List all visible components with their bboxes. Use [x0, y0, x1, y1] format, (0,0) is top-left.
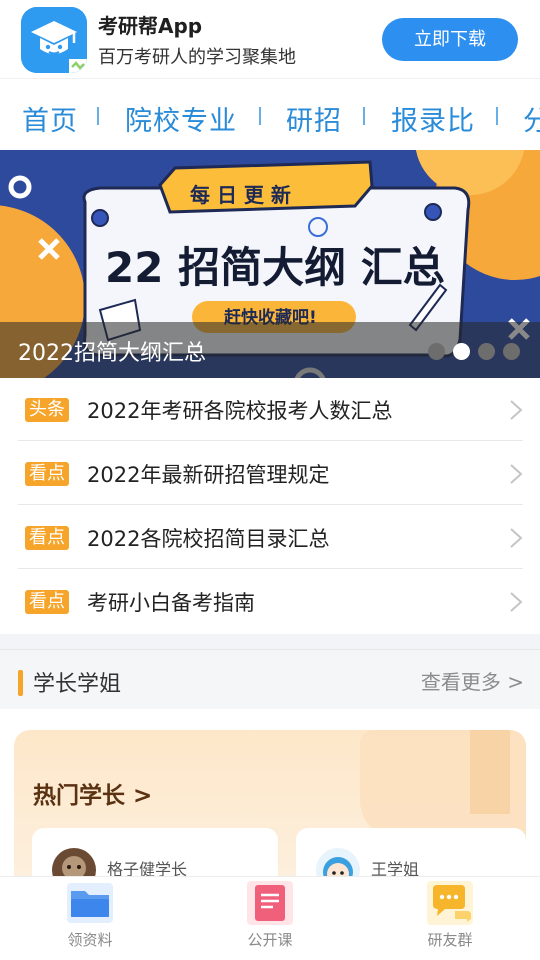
- view-more-link[interactable]: 查看更多 >: [421, 666, 524, 695]
- banner-ribbon-text: 每 日 更 新: [190, 183, 291, 207]
- app-slogan: 百万考研人的学习聚集地: [98, 47, 296, 68]
- banner-caption: 2022招简大纲汇总: [18, 341, 206, 366]
- carousel-dot-active[interactable]: [453, 343, 470, 360]
- news-list: 头条 2022年考研各院校报考人数汇总 看点 2022年最新研招管理规定 看点 …: [0, 378, 540, 634]
- section-accent-bar: [18, 670, 23, 696]
- news-item[interactable]: 头条 2022年考研各院校报考人数汇总: [18, 378, 523, 441]
- news-tag: 看点: [25, 526, 69, 550]
- chevron-right-icon: [510, 464, 523, 484]
- app-download-header: 考研帮App 百万考研人的学习聚集地 立即下载: [0, 0, 540, 78]
- promo-banner[interactable]: 每 日 更 新 22 招简大纲 汇总 赶快收藏吧! 2022招简大纲汇总: [0, 150, 540, 378]
- hot-seniors-heading[interactable]: 热门学长 >: [33, 776, 152, 810]
- carousel-dot[interactable]: [428, 343, 445, 360]
- news-title: 2022年考研各院校报考人数汇总: [87, 399, 393, 423]
- news-item[interactable]: 看点 考研小白备考指南: [18, 570, 523, 633]
- chevron-right-icon: [510, 592, 523, 612]
- folder-icon: [67, 883, 113, 923]
- tab-label: 公开课: [247, 931, 293, 949]
- news-title: 2022各院校招简目录汇总: [87, 527, 330, 551]
- news-tag: 头条: [25, 398, 69, 422]
- chat-icon: [427, 881, 473, 925]
- banner-headline: 22 招简大纲 汇总: [105, 243, 445, 292]
- news-tag: 看点: [25, 590, 69, 614]
- download-button[interactable]: 立即下载: [382, 18, 518, 61]
- app-name: 考研帮App: [98, 14, 203, 38]
- carousel-dot[interactable]: [503, 343, 520, 360]
- nav-item-more[interactable]: 分: [523, 99, 540, 138]
- tab-materials[interactable]: 领资料: [20, 877, 160, 960]
- app-logo-icon: [21, 7, 87, 73]
- carousel-dot[interactable]: [478, 343, 495, 360]
- nav-separator: [363, 107, 365, 125]
- nav-item-schools[interactable]: 院校专业: [125, 99, 237, 138]
- news-item[interactable]: 看点 2022各院校招简目录汇总: [18, 506, 523, 569]
- news-tag: 看点: [25, 462, 69, 486]
- nav-separator: [259, 107, 261, 125]
- news-title: 考研小白备考指南: [87, 591, 255, 615]
- nav-item-admissions[interactable]: 研招: [286, 99, 342, 138]
- nav-item-home[interactable]: 首页: [22, 99, 78, 138]
- tab-study-groups[interactable]: 研友群: [380, 877, 520, 960]
- notebook-icon: [247, 881, 293, 925]
- top-nav: 首页 院校专业 研招 报录比 分: [0, 78, 540, 150]
- nav-item-ratio[interactable]: 报录比: [391, 99, 475, 138]
- chevron-right-icon: [510, 400, 523, 420]
- tab-label: 研友群: [427, 931, 473, 949]
- chevron-right-icon: [510, 528, 523, 548]
- tab-open-courses[interactable]: 公开课: [200, 877, 340, 960]
- bottom-tab-bar: 领资料 公开课 研友群: [0, 876, 540, 960]
- seniors-section-header: 学长学姐 查看更多 >: [0, 649, 540, 709]
- tab-label: 领资料: [67, 931, 113, 949]
- section-title: 学长学姐: [33, 672, 122, 697]
- nav-separator: [97, 107, 99, 125]
- bookmark-decoration: [470, 730, 510, 814]
- nav-separator: [496, 107, 498, 125]
- news-item[interactable]: 看点 2022年最新研招管理规定: [18, 442, 523, 505]
- news-title: 2022年最新研招管理规定: [87, 463, 330, 487]
